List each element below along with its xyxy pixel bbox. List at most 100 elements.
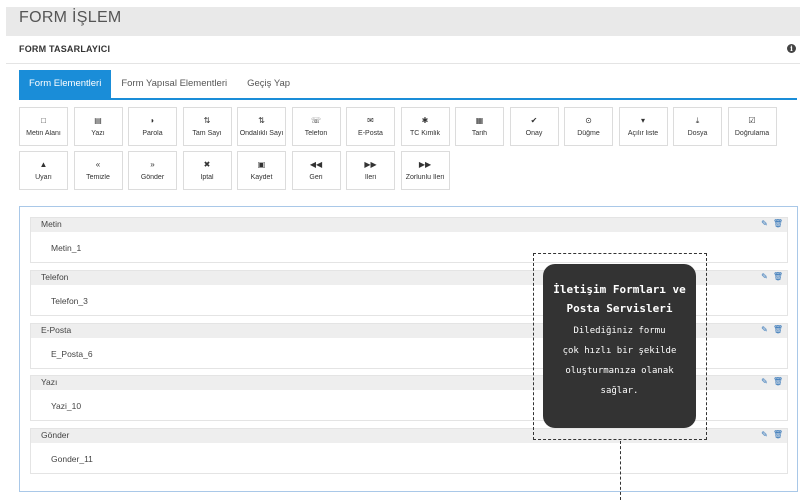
palette-button-label: Ondalıklı Sayı <box>239 130 284 137</box>
forward-icon: ▶▶ <box>364 160 377 169</box>
calendar-icon: ▦ <box>475 116 484 125</box>
tooltip-leader-line <box>620 441 621 500</box>
angle-double-left-icon: « <box>95 160 101 169</box>
save-icon: ▣ <box>257 160 266 169</box>
palette-button-label: Onay <box>525 130 543 137</box>
tooltip-text-line: Dilediğiniz formu <box>573 326 666 336</box>
palette-button-phone[interactable]: ☏ Telefon <box>291 107 341 146</box>
field-value: Telefon_3 <box>51 295 88 306</box>
field-actions: ✎ 🗑 <box>756 325 783 334</box>
palette-button-label: İptal <box>200 174 214 181</box>
backward-icon: ◀◀ <box>309 160 323 169</box>
palette-button-label: Telefon <box>304 130 328 137</box>
tab-gecis-yap[interactable]: Geçiş Yap <box>237 70 300 98</box>
palette-button-times[interactable]: ✖ İptal <box>182 151 232 190</box>
palette-button-label: Açılır liste <box>627 130 659 137</box>
palette-button-label: Düğme <box>577 130 600 137</box>
pencil-icon[interactable]: ✎ <box>761 430 768 439</box>
palette-button-save[interactable]: ▣ Kaydet <box>237 151 286 190</box>
palette-button-caret-down[interactable]: ▾ Açılır liste <box>618 107 668 146</box>
trash-icon[interactable]: 🗑 <box>773 219 783 228</box>
pencil-icon[interactable]: ✎ <box>761 325 768 334</box>
panel-title: FORM TASARLAYICI <box>19 44 111 54</box>
asterisk-icon: ✱ <box>421 116 429 125</box>
palette-button-asterisk[interactable]: ✱ TC Kimlik <box>400 107 450 146</box>
palette-button-angle-double-left[interactable]: « Temizle <box>73 151 123 190</box>
envelope-icon: ✉ <box>367 116 374 125</box>
shield-icon: ◗ <box>150 116 155 125</box>
palette-button-shield[interactable]: ◗ Parola <box>128 107 177 146</box>
palette-button-label: Yazı <box>91 130 105 137</box>
field-actions: ✎ 🗑 <box>756 219 783 228</box>
palette-button-check[interactable]: ✔ Onay <box>509 107 559 146</box>
tooltip-text: Dilediğiniz formu çok hızlı bir şekilde … <box>543 321 696 401</box>
palette-button-label: E-Posta <box>358 130 383 137</box>
pencil-icon[interactable]: ✎ <box>761 272 768 281</box>
info-circle-icon[interactable]: i <box>787 44 796 53</box>
palette-button-calendar[interactable]: ▦ Tarih <box>455 107 504 146</box>
palette-button-angle-double-right[interactable]: » Gönder <box>128 151 177 190</box>
field-value: Gonder_11 <box>51 454 93 465</box>
top-bar: FORM İŞLEM <box>0 0 800 36</box>
palette-button-dot-circle[interactable]: ⊙ Düğme <box>564 107 613 146</box>
trash-icon[interactable]: 🗑 <box>773 325 783 334</box>
palette-button-label: Doğrulama <box>734 130 770 137</box>
times-icon: ✖ <box>203 160 211 169</box>
check-square-icon: ☑ <box>748 116 756 125</box>
palette-button-file-text[interactable]: ▤ Yazı <box>73 107 123 146</box>
panel-header: FORM TASARLAYICI i <box>6 36 800 64</box>
palette-button-fast-forward[interactable]: ▶▶ Zorlunlu İleri <box>400 151 450 190</box>
palette-button-label: Zorlunlu İleri <box>405 174 445 181</box>
warning-icon: ▲ <box>39 160 48 169</box>
palette-button-envelope[interactable]: ✉ E-Posta <box>346 107 395 146</box>
trash-icon[interactable]: 🗑 <box>773 430 783 439</box>
palette-button-sort-decimal[interactable]: ⇅ Ondalıklı Sayı <box>237 107 286 146</box>
palette-button-backward[interactable]: ◀◀ Geri <box>291 151 341 190</box>
title-strip <box>6 7 800 36</box>
pencil-icon[interactable]: ✎ <box>761 219 768 228</box>
pencil-icon[interactable]: ✎ <box>761 377 768 386</box>
trash-icon[interactable]: 🗑 <box>773 377 783 386</box>
tooltip-title: İletişim Formları ve Posta Servisleri <box>543 280 696 318</box>
palette-button-label: Parola <box>142 130 163 137</box>
check-icon: ✔ <box>530 116 538 125</box>
field-value: Metin_1 <box>51 243 82 253</box>
download-icon: ⤓ <box>695 116 700 125</box>
field-label: Gönder <box>41 430 70 441</box>
palette-button-label: İleri <box>364 174 377 181</box>
tab-form-elementleri[interactable]: Form Elementleri <box>19 70 112 98</box>
field-header: Metin ✎ 🗑 <box>31 218 787 232</box>
field-actions: ✎ 🗑 <box>756 272 783 281</box>
palette-button-label: Tam Sayı <box>192 130 222 137</box>
tooltip-text-line: sağlar. <box>600 386 639 396</box>
angle-double-right-icon: » <box>150 160 155 169</box>
palette-button-warning[interactable]: ▲ Uyarı <box>19 151 68 190</box>
info-tooltip: İletişim Formları ve Posta Servisleri Di… <box>543 264 696 428</box>
palette-button-check-square[interactable]: ☑ Doğrulama <box>727 107 777 146</box>
palette-button-square[interactable]: □ Metin Alanı <box>19 107 68 146</box>
sort-decimal-icon: ⇅ <box>258 116 265 125</box>
field-actions: ✎ 🗑 <box>756 430 783 439</box>
field-label: Yazı <box>41 377 58 388</box>
palette-button-label: Geri <box>309 174 323 181</box>
tab-bar: Form Elementleri Form Yapısal Elementler… <box>19 70 300 98</box>
palette-button-label: Gönder <box>140 174 165 181</box>
trash-icon[interactable]: 🗑 <box>773 272 783 281</box>
caret-down-icon: ▾ <box>640 116 645 125</box>
page-title: FORM İŞLEM <box>19 9 122 26</box>
palette-button-download[interactable]: ⤓ Dosya <box>673 107 722 146</box>
palette-button-label: Metin Alanı <box>26 130 61 137</box>
tooltip-title-line: İletişim Formları ve <box>553 283 686 296</box>
palette-button-forward[interactable]: ▶▶ İleri <box>346 151 395 190</box>
tooltip-text-line: çok hızlı bir şekilde <box>562 346 677 356</box>
field-label: Metin <box>41 219 62 229</box>
dot-circle-icon: ⊙ <box>585 116 592 125</box>
palette-button-sort-numeric[interactable]: ⇅ Tam Sayı <box>182 107 232 146</box>
tab-underline <box>19 98 797 100</box>
palette-button-label: Kaydet <box>250 174 273 181</box>
tooltip-title-line: Posta Servisleri <box>566 302 673 315</box>
palette-button-label: Tarih <box>471 130 488 137</box>
palette-button-label: TC Kimlik <box>410 130 440 137</box>
file-text-icon: ▤ <box>94 116 102 125</box>
tab-form-yapisal-elementleri[interactable]: Form Yapısal Elementleri <box>111 70 237 98</box>
